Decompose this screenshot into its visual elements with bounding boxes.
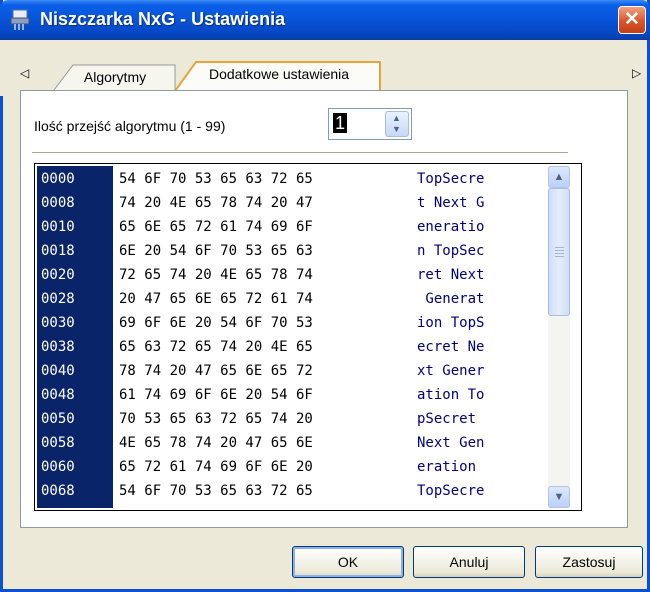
tab-dodatkowe-ustawienia[interactable]: Dodatkowe ustawienia (174, 60, 384, 91)
hex-bytes: 65 6E 65 72 61 74 69 6F (119, 219, 313, 235)
hex-ascii: TopSecre (417, 171, 485, 187)
hex-address: 0048 (41, 387, 75, 403)
hex-row: 0038 65 63 72 65 74 20 4E 65 ecret Ne (35, 336, 545, 358)
hex-bytes: 54 6F 70 53 65 63 72 65 (119, 483, 313, 499)
hex-ascii: eration (417, 459, 485, 475)
hex-ascii: ret Next (417, 267, 485, 283)
close-icon: ✕ (624, 9, 640, 30)
hex-bytes: 78 74 20 47 65 6E 65 72 (119, 363, 313, 379)
scroll-thumb[interactable] (548, 188, 570, 316)
hex-address: 0068 (41, 483, 75, 499)
scroll-down-icon: ▼ (553, 491, 565, 503)
hex-bytes: 4E 65 78 74 20 47 65 6E (119, 435, 313, 451)
hex-address: 0038 (41, 339, 75, 355)
hex-bytes: 69 6F 6E 20 54 6F 70 53 (119, 315, 313, 331)
hex-address: 0050 (41, 411, 75, 427)
ok-button[interactable]: OK (292, 546, 404, 578)
passes-spinner[interactable]: 1 ▲ ▼ (328, 108, 412, 140)
hex-bytes: 6E 20 54 6F 70 53 65 63 (119, 243, 313, 259)
hex-row: 0008 74 20 4E 65 78 74 20 47 t Next G (35, 192, 545, 214)
hex-address: 0058 (41, 435, 75, 451)
spin-down-icon[interactable]: ▼ (392, 124, 401, 134)
vertical-scrollbar[interactable]: ▲ ▼ (548, 166, 570, 508)
hex-ascii: n TopSec (417, 243, 485, 259)
hex-bytes: 20 47 65 6E 65 72 61 74 (119, 291, 313, 307)
hex-ascii: Generat (417, 291, 485, 307)
hex-address: 0000 (41, 171, 75, 187)
hex-ascii: ion TopS (417, 315, 485, 331)
hex-ascii: eneratio (417, 219, 485, 235)
hex-row: 0018 6E 20 54 6F 70 53 65 63 n TopSec (35, 240, 545, 262)
passes-label: Ilość przejść algorytmu (1 - 99) (34, 118, 226, 134)
hex-ascii: Next Gen (417, 435, 485, 451)
hex-row: 0058 4E 65 78 74 20 47 65 6E Next Gen (35, 432, 545, 454)
separator (32, 152, 568, 153)
hex-ascii: TopSecre (417, 483, 485, 499)
tab-scroll-right-icon[interactable]: ▷ (632, 66, 641, 80)
tab-algorytmy[interactable]: Algorytmy (53, 63, 177, 91)
hex-row: 0050 70 53 65 63 72 65 74 20 pSecret (35, 408, 545, 430)
hex-address: 0040 (41, 363, 75, 379)
title-bar[interactable]: Niszczarka NxG - Ustawienia ✕ (0, 0, 650, 40)
hex-row: 0048 61 74 69 6F 6E 20 54 6F ation To (35, 384, 545, 406)
hex-row: 0040 78 74 20 47 65 6E 65 72 xt Gener (35, 360, 545, 382)
hex-address: 0030 (41, 315, 75, 331)
thumb-grip-line (555, 247, 564, 248)
hex-address: 0028 (41, 291, 75, 307)
scroll-up-icon: ▲ (553, 171, 565, 183)
hex-bytes: 65 63 72 65 74 20 4E 65 (119, 339, 313, 355)
cancel-button[interactable]: Anuluj (413, 546, 525, 578)
window-title: Niszczarka NxG - Ustawienia (40, 9, 286, 29)
hex-row: 0020 72 65 74 20 4E 65 78 74 ret Next (35, 264, 545, 286)
hex-bytes: 54 6F 70 53 65 63 72 65 (119, 171, 313, 187)
hex-viewer[interactable]: 0000 54 6F 70 53 65 63 72 65 TopSecre 0008 7… (34, 163, 582, 511)
hex-address: 0008 (41, 195, 75, 211)
hex-bytes: 74 20 4E 65 78 74 20 47 (119, 195, 313, 211)
thumb-grip-line (555, 256, 564, 257)
hex-row: 0000 54 6F 70 53 65 63 72 65 TopSecre (35, 168, 545, 190)
hex-row: 0010 65 6E 65 72 61 74 69 6F eneratio (35, 216, 545, 238)
spin-up-icon[interactable]: ▲ (392, 113, 401, 123)
hex-bytes: 72 65 74 20 4E 65 78 74 (119, 267, 313, 283)
hex-address: 0010 (41, 219, 75, 235)
hex-row: 0030 69 6F 6E 20 54 6F 70 53 ion TopS (35, 312, 545, 334)
tab-dodatkowe-label: Dodatkowe ustawienia (208, 66, 350, 82)
spinner-buttons[interactable]: ▲ ▼ (385, 111, 409, 137)
hex-address: 0018 (41, 243, 75, 259)
apply-button[interactable]: Zastosuj (535, 546, 643, 578)
scroll-down-button[interactable]: ▼ (548, 486, 570, 508)
hex-row: 0068 54 6F 70 53 65 63 72 65 TopSecre (35, 480, 545, 502)
hex-row: 0028 20 47 65 6E 65 72 61 74 Generat (35, 288, 545, 310)
hex-ascii: ecret Ne (417, 339, 485, 355)
passes-input[interactable]: 1 (333, 113, 348, 133)
tab-algorytmy-label: Algorytmy (83, 69, 147, 85)
hex-ascii: pSecret (417, 411, 485, 427)
hex-ascii: xt Gener (417, 363, 485, 379)
hex-bytes: 61 74 69 6F 6E 20 54 6F (119, 387, 313, 403)
thumb-grip-line (555, 250, 564, 251)
hex-row: 0060 65 72 61 74 69 6F 6E 20 eration (35, 456, 545, 478)
hex-address: 0060 (41, 459, 75, 475)
thumb-grip-line (555, 253, 564, 254)
tab-scroll-left-icon[interactable]: ◁ (20, 66, 29, 80)
scroll-up-button[interactable]: ▲ (548, 166, 570, 188)
shredder-app-icon (10, 9, 30, 30)
hex-ascii: ation To (417, 387, 485, 403)
hex-bytes: 65 72 61 74 69 6F 6E 20 (119, 459, 313, 475)
hex-bytes: 70 53 65 63 72 65 74 20 (119, 411, 313, 427)
close-button[interactable]: ✕ (618, 6, 646, 34)
hex-ascii: t Next G (417, 195, 485, 211)
hex-address: 0020 (41, 267, 75, 283)
